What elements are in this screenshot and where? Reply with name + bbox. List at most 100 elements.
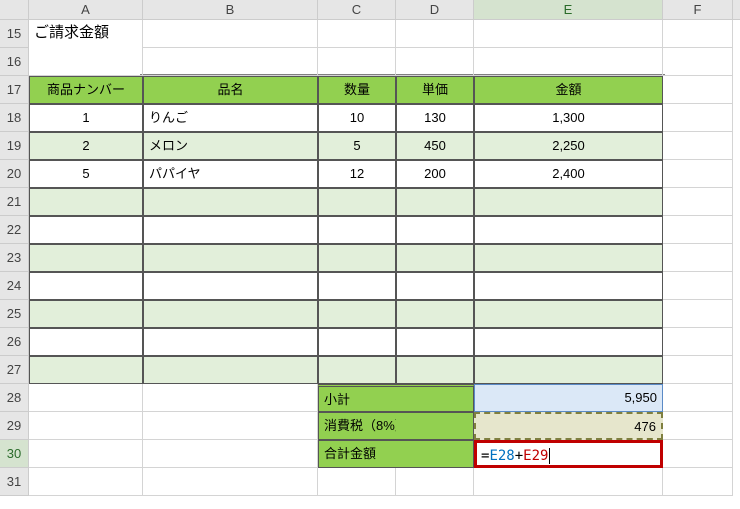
col-header-F[interactable]: F	[663, 0, 733, 19]
item-no[interactable]	[29, 300, 143, 328]
item-price[interactable]	[396, 300, 474, 328]
item-name[interactable]: パパイヤ	[143, 160, 318, 188]
item-price[interactable]	[396, 188, 474, 216]
item-price[interactable]	[396, 244, 474, 272]
item-amount[interactable]	[474, 356, 663, 384]
item-name[interactable]	[143, 188, 318, 216]
item-qty[interactable]	[318, 244, 396, 272]
item-no[interactable]	[29, 188, 143, 216]
cell[interactable]	[663, 216, 733, 244]
cell[interactable]	[474, 468, 663, 496]
cell[interactable]	[143, 440, 318, 468]
item-qty[interactable]: 10	[318, 104, 396, 132]
row-header-23[interactable]: 23	[0, 244, 29, 272]
item-name[interactable]: メロン	[143, 132, 318, 160]
item-qty[interactable]: 5	[318, 132, 396, 160]
item-name[interactable]	[143, 356, 318, 384]
subtotal-value[interactable]: 5,950	[474, 384, 663, 412]
row-header-26[interactable]: 26	[0, 328, 29, 356]
col-header-D[interactable]: D	[396, 0, 474, 19]
row-header-15[interactable]: 15	[0, 20, 29, 48]
cell[interactable]	[29, 48, 143, 76]
item-price[interactable]	[396, 356, 474, 384]
item-price[interactable]	[396, 216, 474, 244]
cell[interactable]	[143, 384, 318, 412]
cell[interactable]	[29, 384, 143, 412]
row-header-20[interactable]: 20	[0, 160, 29, 188]
cell[interactable]	[143, 468, 318, 496]
item-amount[interactable]	[474, 272, 663, 300]
cell[interactable]	[663, 20, 733, 48]
cell[interactable]	[143, 48, 318, 76]
item-price[interactable]: 200	[396, 160, 474, 188]
cell[interactable]	[663, 412, 733, 440]
row-header-24[interactable]: 24	[0, 272, 29, 300]
cell[interactable]	[474, 48, 663, 76]
item-no[interactable]	[29, 216, 143, 244]
row-header-31[interactable]: 31	[0, 468, 29, 496]
cell[interactable]	[396, 468, 474, 496]
grid[interactable]: ご請求金額商品ナンバー品名数量単価金額1りんご101301,3002メロン545…	[29, 20, 733, 496]
cell[interactable]	[318, 48, 396, 76]
item-no[interactable]	[29, 244, 143, 272]
row-header-30[interactable]: 30	[0, 440, 29, 468]
cell[interactable]	[29, 468, 143, 496]
item-no[interactable]: 1	[29, 104, 143, 132]
item-price[interactable]	[396, 328, 474, 356]
row-header-16[interactable]: 16	[0, 48, 29, 76]
item-qty[interactable]	[318, 356, 396, 384]
item-qty[interactable]	[318, 272, 396, 300]
cell[interactable]	[318, 468, 396, 496]
cell[interactable]	[663, 328, 733, 356]
item-price[interactable]: 450	[396, 132, 474, 160]
item-name[interactable]	[143, 328, 318, 356]
cell[interactable]	[396, 20, 474, 48]
cell[interactable]	[663, 76, 733, 104]
cell[interactable]	[663, 104, 733, 132]
item-amount[interactable]: 1,300	[474, 104, 663, 132]
row-header-28[interactable]: 28	[0, 384, 29, 412]
item-amount[interactable]: 2,400	[474, 160, 663, 188]
col-header-B[interactable]: B	[143, 0, 318, 19]
select-all-corner[interactable]	[0, 0, 29, 19]
cell[interactable]	[663, 384, 733, 412]
row-header-18[interactable]: 18	[0, 104, 29, 132]
item-qty[interactable]	[318, 328, 396, 356]
item-amount[interactable]	[474, 216, 663, 244]
row-header-17[interactable]: 17	[0, 76, 29, 104]
item-name[interactable]	[143, 272, 318, 300]
cell[interactable]	[663, 356, 733, 384]
item-name[interactable]	[143, 300, 318, 328]
cell[interactable]	[663, 48, 733, 76]
item-qty[interactable]	[318, 300, 396, 328]
cell[interactable]	[663, 440, 733, 468]
cell[interactable]	[663, 300, 733, 328]
item-name[interactable]	[143, 244, 318, 272]
cell[interactable]	[29, 412, 143, 440]
item-no[interactable]: 5	[29, 160, 143, 188]
cell[interactable]	[663, 188, 733, 216]
spreadsheet[interactable]: A B C D E F 1516171819202122232425262728…	[0, 0, 740, 509]
col-header-C[interactable]: C	[318, 0, 396, 19]
item-amount[interactable]	[474, 300, 663, 328]
col-header-E[interactable]: E	[474, 0, 663, 19]
row-header-27[interactable]: 27	[0, 356, 29, 384]
cell[interactable]	[143, 412, 318, 440]
total-formula-cell[interactable]: =E28+E29	[474, 440, 663, 468]
row-header-25[interactable]: 25	[0, 300, 29, 328]
item-price[interactable]	[396, 272, 474, 300]
item-no[interactable]: 2	[29, 132, 143, 160]
cell[interactable]	[29, 440, 143, 468]
row-header-21[interactable]: 21	[0, 188, 29, 216]
item-qty[interactable]	[318, 216, 396, 244]
item-no[interactable]	[29, 356, 143, 384]
item-amount[interactable]	[474, 244, 663, 272]
cell[interactable]	[663, 132, 733, 160]
cell[interactable]	[663, 272, 733, 300]
item-name[interactable]	[143, 216, 318, 244]
row-header-19[interactable]: 19	[0, 132, 29, 160]
item-name[interactable]: りんご	[143, 104, 318, 132]
cell[interactable]	[474, 20, 663, 48]
row-header-22[interactable]: 22	[0, 216, 29, 244]
cell[interactable]	[663, 468, 733, 496]
